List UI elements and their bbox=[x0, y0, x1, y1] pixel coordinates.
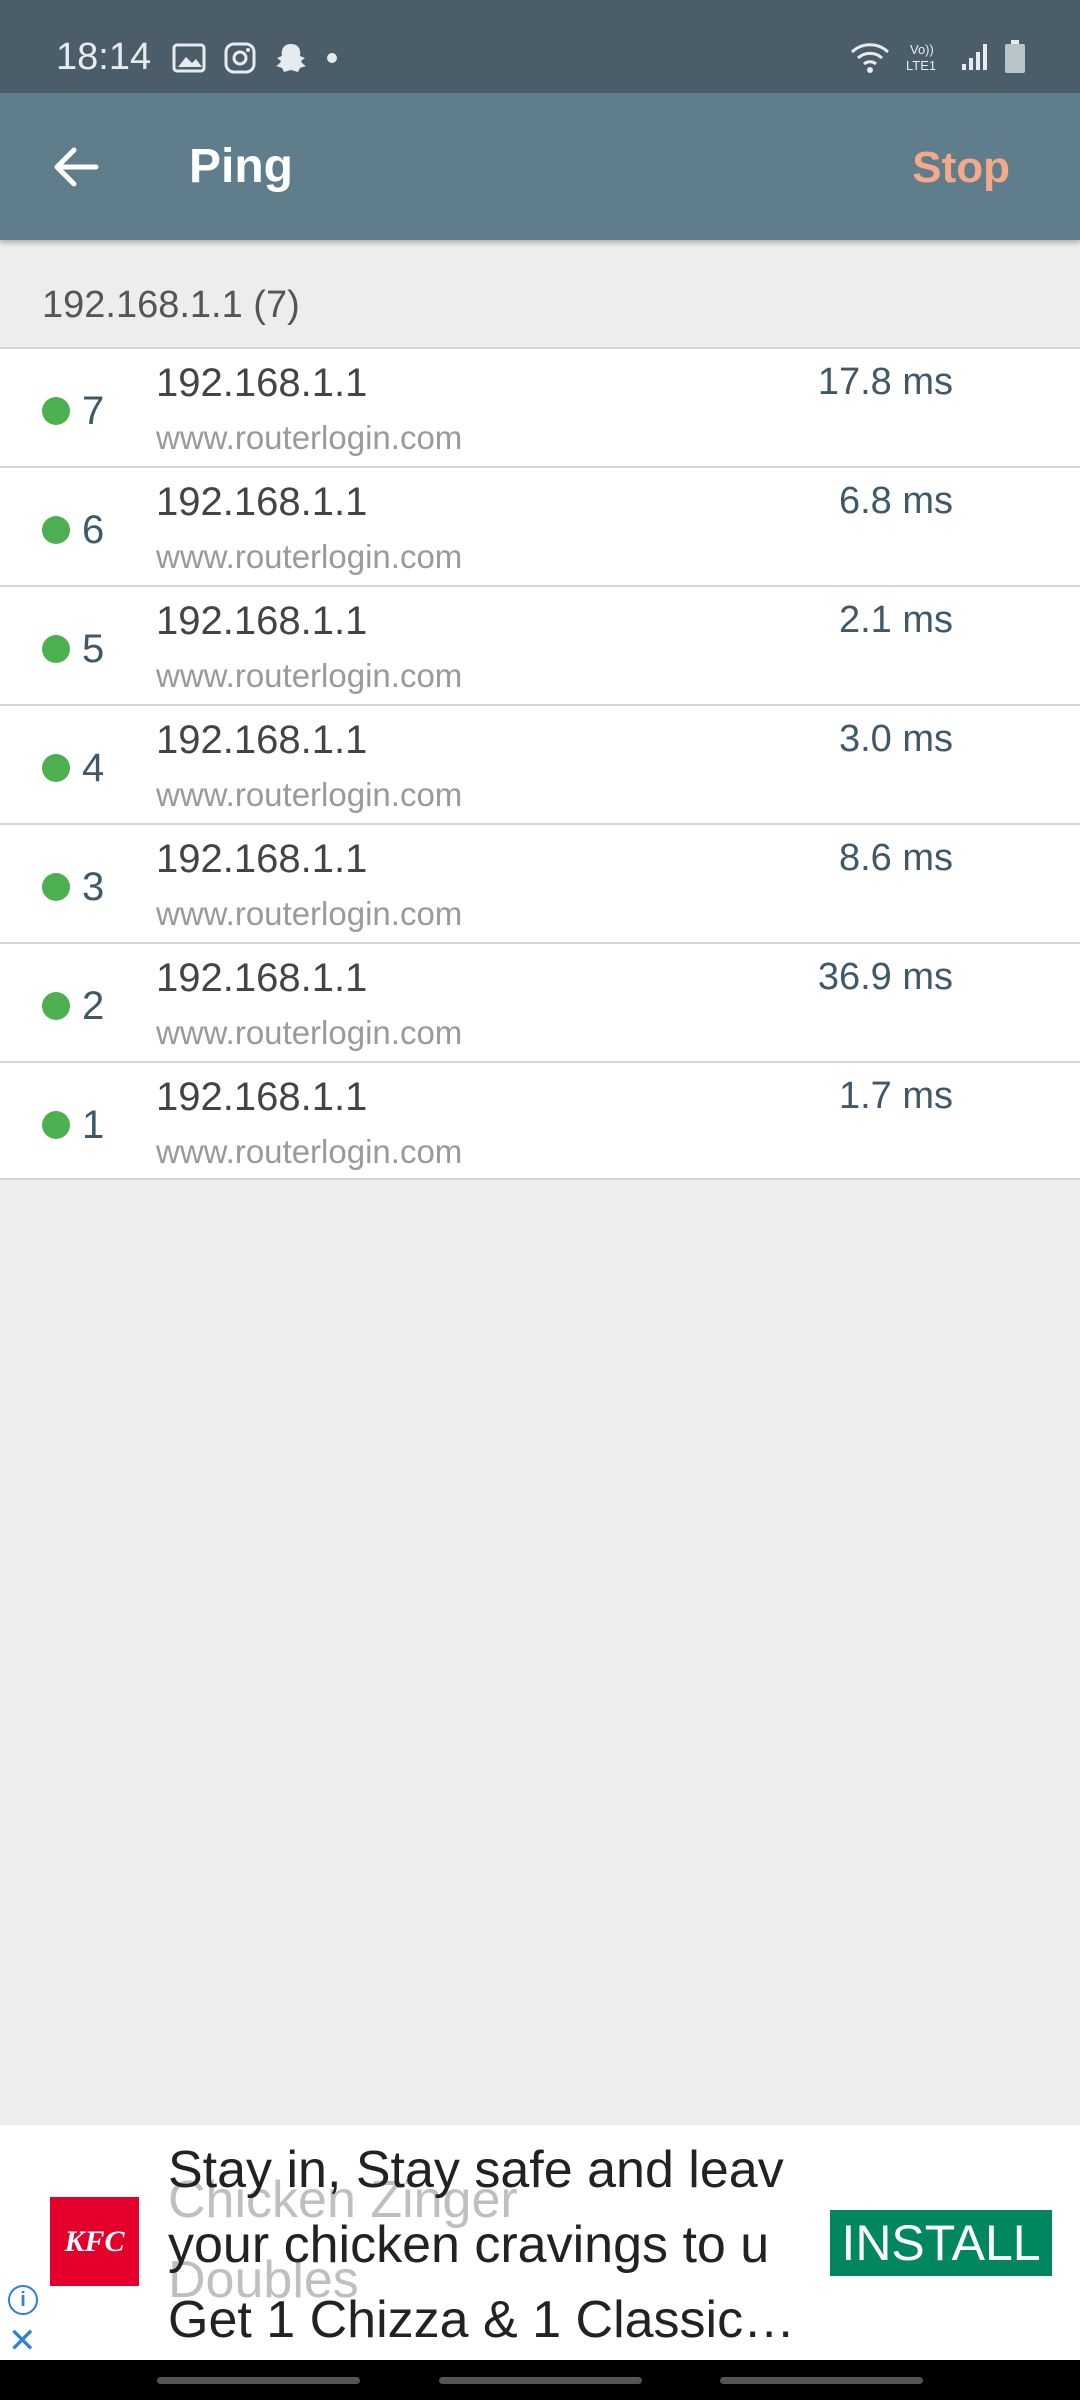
sequence-number: 5 bbox=[82, 627, 105, 671]
home-button[interactable] bbox=[439, 2377, 642, 2384]
response-time: 2.1 ms bbox=[838, 599, 953, 641]
hostname: www.routerlogin.com bbox=[156, 1133, 463, 1170]
arrow-left-icon[interactable] bbox=[46, 137, 106, 197]
sequence-number: 1 bbox=[82, 1103, 105, 1147]
ping-results-list: 7 192.168.1.1 www.routerlogin.com 17.8 ms 6 1… bbox=[0, 347, 1080, 1180]
page-title: Ping bbox=[189, 140, 293, 193]
sequence-number: 3 bbox=[82, 865, 105, 909]
ad-line-3: Get 1 Chizza & 1 Classic… bbox=[168, 2291, 796, 2349]
volte-icon: Vo))LTE1 bbox=[906, 42, 936, 73]
ping-result-row[interactable]: 4 192.168.1.1 www.routerlogin.com 3.0 ms bbox=[0, 704, 1080, 823]
recent-apps-button[interactable] bbox=[157, 2377, 360, 2384]
hostname: www.routerlogin.com bbox=[156, 1014, 463, 1051]
snapchat-icon bbox=[276, 44, 306, 72]
status-dot-icon bbox=[42, 754, 70, 782]
ad-line-2: your chicken cravings to u bbox=[168, 2216, 770, 2274]
ping-result-row[interactable]: 5 192.168.1.1 www.routerlogin.com 2.1 ms bbox=[0, 585, 1080, 704]
response-time: 36.9 ms bbox=[817, 956, 953, 998]
sequence-number: 6 bbox=[82, 508, 105, 552]
hostname: www.routerlogin.com bbox=[156, 419, 463, 456]
stop-button[interactable]: Stop bbox=[912, 143, 1010, 193]
ping-result-row[interactable]: 7 192.168.1.1 www.routerlogin.com 17.8 ms bbox=[0, 347, 1080, 466]
hostname: www.routerlogin.com bbox=[156, 538, 463, 575]
status-dot-icon bbox=[42, 397, 70, 425]
status-dot-icon bbox=[42, 992, 70, 1020]
signal-icon bbox=[962, 44, 987, 70]
close-icon[interactable]: ✕ bbox=[8, 2321, 37, 2361]
group-header: 192.168.1.1 (7) bbox=[42, 284, 300, 326]
status-time: 18:14 bbox=[56, 36, 152, 78]
wifi-icon bbox=[850, 43, 890, 73]
status-dot-icon bbox=[42, 873, 70, 901]
back-button[interactable] bbox=[720, 2377, 923, 2384]
status-dot-icon bbox=[42, 1111, 70, 1139]
hostname: www.routerlogin.com bbox=[156, 895, 463, 932]
ip-address: 192.168.1.1 bbox=[156, 599, 368, 643]
response-time: 8.6 ms bbox=[838, 837, 953, 879]
instagram-icon bbox=[224, 42, 256, 74]
status-dot-icon bbox=[42, 635, 70, 663]
response-time: 17.8 ms bbox=[817, 361, 953, 403]
gallery-icon bbox=[172, 43, 206, 73]
ad-line-1: Stay in, Stay safe and leav bbox=[168, 2141, 784, 2199]
ip-address: 192.168.1.1 bbox=[156, 837, 368, 881]
sequence-number: 2 bbox=[82, 984, 105, 1028]
install-button[interactable]: INSTALL bbox=[830, 2210, 1052, 2276]
app-bar: Ping Stop bbox=[0, 93, 1080, 240]
status-bar: 18:14 Vo)) LTE1 bbox=[0, 0, 1080, 93]
response-time: 3.0 ms bbox=[838, 718, 953, 760]
hostname: www.routerlogin.com bbox=[156, 657, 463, 694]
response-time: 6.8 ms bbox=[838, 480, 953, 522]
kfc-logo[interactable]: KFC bbox=[50, 2197, 139, 2286]
ping-result-row[interactable]: 1 192.168.1.1 www.routerlogin.com 1.7 ms bbox=[0, 1061, 1080, 1180]
sequence-number: 4 bbox=[82, 746, 105, 790]
ping-result-row[interactable]: 3 192.168.1.1 www.routerlogin.com 8.6 ms bbox=[0, 823, 1080, 942]
ip-address: 192.168.1.1 bbox=[156, 480, 368, 524]
response-time: 1.7 ms bbox=[838, 1075, 953, 1117]
hostname: www.routerlogin.com bbox=[156, 776, 463, 813]
dot-icon bbox=[327, 53, 337, 63]
info-icon[interactable]: i bbox=[8, 2285, 38, 2315]
ip-address: 192.168.1.1 bbox=[156, 361, 368, 405]
svg-text:Vo)): Vo)) bbox=[910, 42, 934, 57]
sequence-number: 7 bbox=[82, 389, 105, 433]
svg-text:LTE1: LTE1 bbox=[906, 58, 936, 73]
ip-address: 192.168.1.1 bbox=[156, 956, 368, 1000]
navigation-bar bbox=[0, 2360, 1080, 2400]
ip-address: 192.168.1.1 bbox=[156, 1075, 368, 1119]
ping-result-row[interactable]: 2 192.168.1.1 www.routerlogin.com 36.9 ms bbox=[0, 942, 1080, 1061]
ip-address: 192.168.1.1 bbox=[156, 718, 368, 762]
status-dot-icon bbox=[42, 516, 70, 544]
ad-banner[interactable]: KFC Chicken Zinger Doubles Stay in, Stay… bbox=[0, 2125, 1080, 2360]
battery-icon bbox=[1005, 40, 1025, 73]
ping-result-row[interactable]: 6 192.168.1.1 www.routerlogin.com 6.8 ms bbox=[0, 466, 1080, 585]
